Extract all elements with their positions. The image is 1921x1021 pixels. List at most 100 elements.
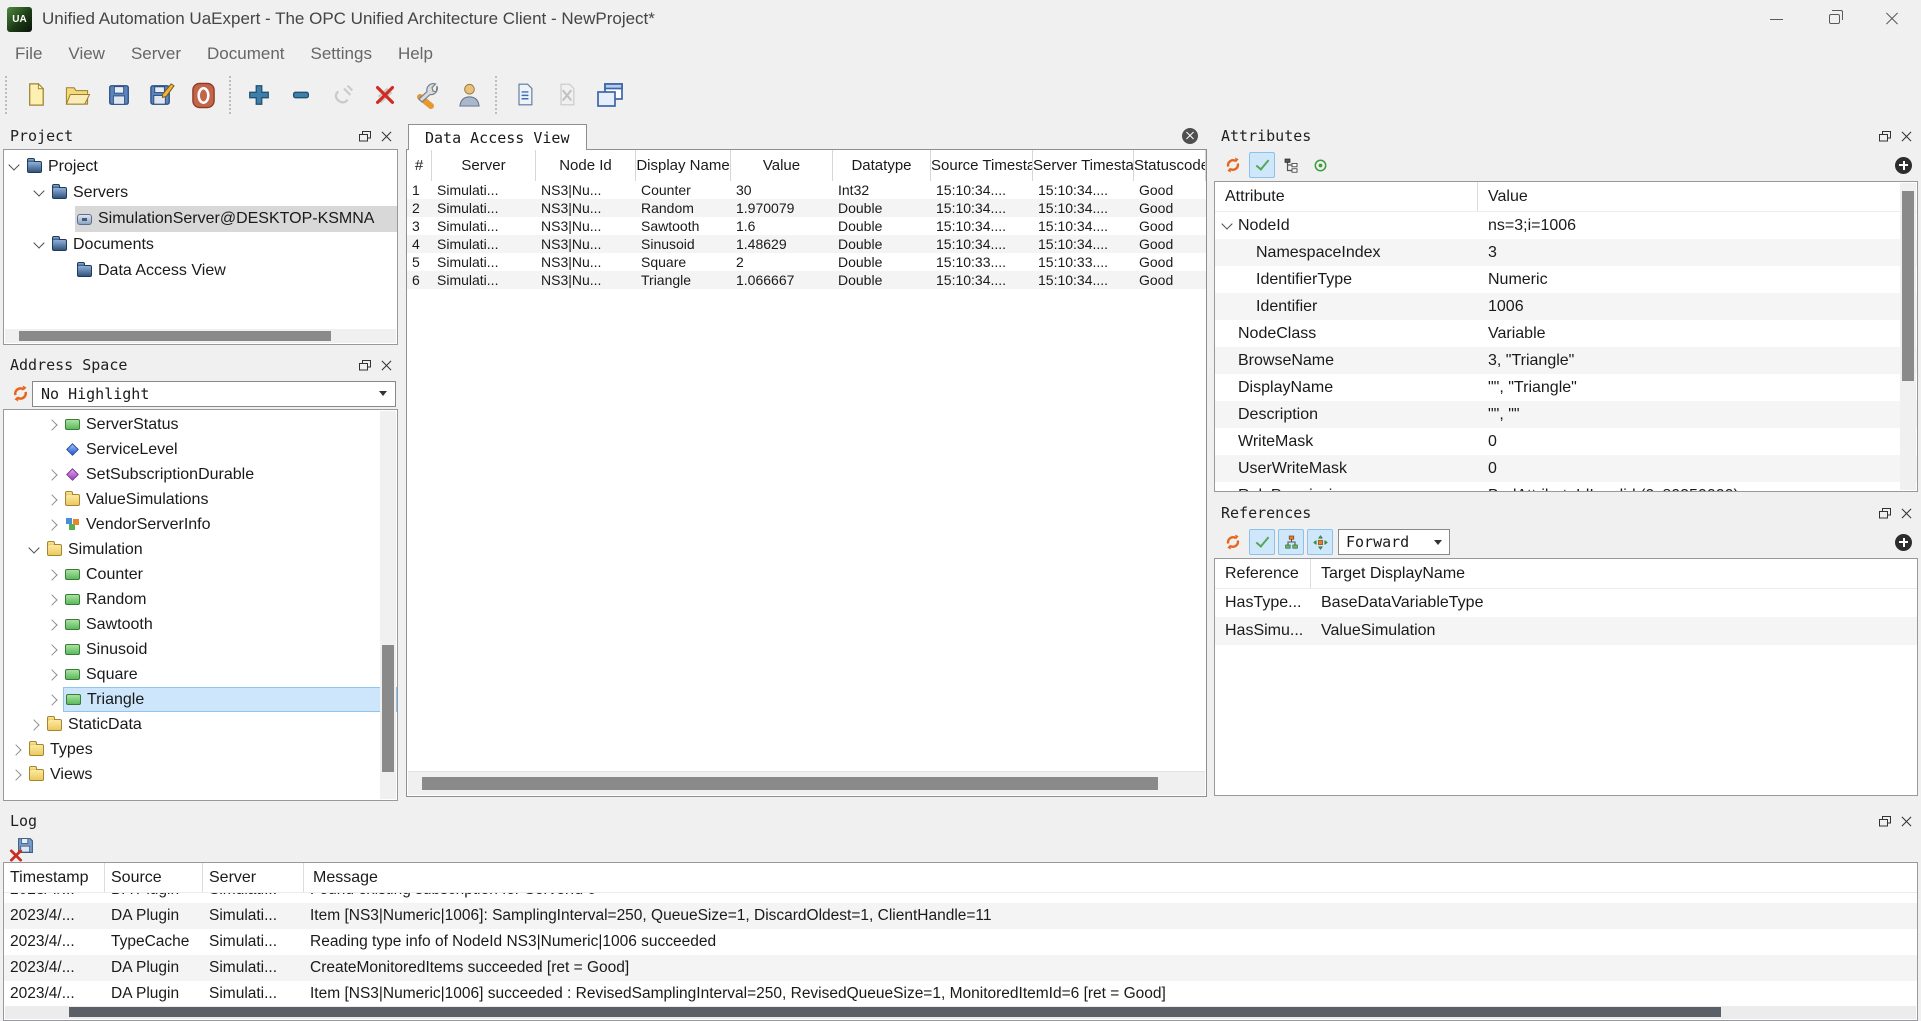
delete-button[interactable] xyxy=(364,74,406,116)
expand-chevron-icon[interactable] xyxy=(46,594,57,605)
refresh-button[interactable] xyxy=(1220,529,1246,555)
menu-item[interactable]: Help xyxy=(385,44,446,64)
expand-chevron-icon[interactable] xyxy=(10,769,21,780)
close-panel-icon[interactable] xyxy=(1901,508,1912,519)
menu-item[interactable]: View xyxy=(55,44,118,64)
close-panel-icon[interactable] xyxy=(381,360,392,371)
vertical-scrollbar[interactable] xyxy=(380,411,396,799)
menu-item[interactable]: File xyxy=(2,44,55,64)
address-tree-item[interactable]: Views xyxy=(4,762,397,787)
attribute-row[interactable]: Description "", "" xyxy=(1215,401,1917,428)
attribute-row[interactable]: IdentifierType Numeric xyxy=(1215,266,1917,293)
log-row[interactable]: 2023/4/... DA Plugin Simulati... CreateM… xyxy=(4,955,1917,981)
remove-server-button[interactable] xyxy=(280,74,322,116)
reference-row[interactable]: HasType... BaseDataVariableType xyxy=(1215,589,1917,617)
address-tree-item[interactable]: Simulation xyxy=(4,537,397,562)
table-row[interactable]: 3 Simulati... NS3|Nu... Sawtooth 1.6 Dou… xyxy=(407,217,1206,235)
expand-chevron-icon[interactable] xyxy=(28,542,39,553)
table-row[interactable]: 4 Simulati... NS3|Nu... Sinusoid 1.48629… xyxy=(407,235,1206,253)
float-panel-icon[interactable] xyxy=(1879,816,1891,827)
tab-data-access-view[interactable]: Data Access View xyxy=(408,124,587,150)
expand-chevron-icon[interactable] xyxy=(10,744,21,755)
add-button[interactable] xyxy=(1895,157,1912,174)
highlight-filter-dropdown[interactable]: No Highlight xyxy=(32,381,396,407)
add-server-button[interactable] xyxy=(238,74,280,116)
float-panel-icon[interactable] xyxy=(1879,508,1891,519)
disconnect-server-button[interactable] xyxy=(182,74,224,116)
address-tree-item[interactable]: Random xyxy=(4,587,397,612)
expand-chevron-icon[interactable] xyxy=(8,159,19,170)
column-header[interactable]: Server xyxy=(432,150,536,181)
log-row[interactable]: 2023/4/... DA Plugin Simulati... Found e… xyxy=(4,893,1917,903)
refresh-button[interactable] xyxy=(1220,152,1246,178)
save-log-button[interactable] xyxy=(17,837,34,859)
hierarchical-references-toggle[interactable] xyxy=(1278,529,1304,555)
project-tree-item[interactable]: Project xyxy=(4,154,397,180)
add-document-button[interactable] xyxy=(504,74,546,116)
attribute-row[interactable]: RolePermissions BadAttributeIdInvalid (0… xyxy=(1215,482,1917,492)
attribute-row[interactable]: Identifier 1006 xyxy=(1215,293,1917,320)
scrollbar-thumb[interactable] xyxy=(1902,191,1914,381)
table-row[interactable]: 2 Simulati... NS3|Nu... Random 1.970079 … xyxy=(407,199,1206,217)
close-panel-icon[interactable] xyxy=(381,131,392,142)
column-header[interactable]: Attribute xyxy=(1215,182,1478,211)
highlight-target-button[interactable] xyxy=(1307,152,1333,178)
address-tree-item[interactable]: Square xyxy=(4,662,397,687)
table-row[interactable]: 6 Simulati... NS3|Nu... Triangle 1.06666… xyxy=(407,271,1206,289)
attribute-row[interactable]: WriteMask 0 xyxy=(1215,428,1917,455)
address-tree-item[interactable]: Sawtooth xyxy=(4,612,397,637)
column-header[interactable]: Timestamp xyxy=(4,863,105,892)
attribute-row[interactable]: UserWriteMask 0 xyxy=(1215,455,1917,482)
change-user-button[interactable] xyxy=(448,74,490,116)
column-header[interactable]: Target DisplayName xyxy=(1311,559,1917,588)
expand-chevron-icon[interactable] xyxy=(46,419,57,430)
server-settings-button[interactable] xyxy=(406,74,448,116)
column-header[interactable]: Statuscode xyxy=(1134,150,1206,181)
project-tree-item[interactable]: Documents xyxy=(4,232,397,258)
close-button[interactable] xyxy=(1863,0,1921,38)
menu-item[interactable]: Document xyxy=(194,44,297,64)
close-view-button[interactable] xyxy=(1182,128,1198,144)
direction-filter-dropdown[interactable]: Forward xyxy=(1338,529,1450,555)
minimize-button[interactable] xyxy=(1747,0,1805,38)
restore-button[interactable] xyxy=(1805,0,1863,38)
scrollbar-thumb[interactable] xyxy=(422,777,1158,790)
close-panel-icon[interactable] xyxy=(1901,131,1912,142)
save-project-as-button[interactable] xyxy=(140,74,182,116)
column-header[interactable]: Value xyxy=(1478,182,1917,211)
attribute-row[interactable]: NodeId ns=3;i=1006 xyxy=(1215,212,1917,239)
expand-chevron-icon[interactable] xyxy=(46,469,57,480)
attribute-row[interactable]: NamespaceIndex 3 xyxy=(1215,239,1917,266)
address-tree-item[interactable]: Types xyxy=(4,737,397,762)
address-tree-item[interactable]: StaticData xyxy=(4,712,397,737)
horizontal-scrollbar[interactable] xyxy=(5,329,396,343)
log-row[interactable]: 2023/4/... DA Plugin Simulati... Item [N… xyxy=(4,981,1917,1006)
column-header[interactable]: Source xyxy=(105,863,203,892)
address-tree-item[interactable]: ServiceLevel xyxy=(4,437,397,462)
expand-chevron-icon[interactable] xyxy=(46,669,57,680)
table-row[interactable]: 5 Simulati... NS3|Nu... Square 2 Double … xyxy=(407,253,1206,271)
log-row[interactable]: 2023/4/... DA Plugin Simulati... Item [N… xyxy=(4,903,1917,929)
column-header[interactable]: Source Timestamp xyxy=(931,150,1033,181)
column-header[interactable]: Server Timestamp xyxy=(1033,150,1134,181)
auto-update-toggle[interactable] xyxy=(1249,152,1275,178)
horizontal-scrollbar[interactable] xyxy=(408,771,1205,795)
menu-item[interactable]: Server xyxy=(118,44,194,64)
address-tree-item[interactable]: Triangle xyxy=(4,687,397,712)
column-header[interactable]: Message xyxy=(304,863,1917,892)
column-header[interactable]: Server xyxy=(203,863,304,892)
follow-references-toggle[interactable] xyxy=(1307,529,1333,555)
open-project-button[interactable] xyxy=(56,74,98,116)
expand-chevron-icon[interactable] xyxy=(46,619,57,630)
expand-chevron-icon[interactable] xyxy=(33,185,44,196)
column-header[interactable]: Display Name xyxy=(636,150,731,181)
new-document-button[interactable] xyxy=(14,74,56,116)
expand-chevron-icon[interactable] xyxy=(28,719,39,730)
log-row[interactable]: 2023/4/... TypeCache Simulati... Reading… xyxy=(4,929,1917,955)
add-button[interactable] xyxy=(1895,534,1912,551)
scrollbar-thumb[interactable] xyxy=(69,1007,1721,1017)
expand-chevron-icon[interactable] xyxy=(46,644,57,655)
address-tree-item[interactable]: ServerStatus xyxy=(4,412,397,437)
address-tree-item[interactable]: ValueSimulations xyxy=(4,487,397,512)
address-tree-item[interactable]: SetSubscriptionDurable xyxy=(4,462,397,487)
